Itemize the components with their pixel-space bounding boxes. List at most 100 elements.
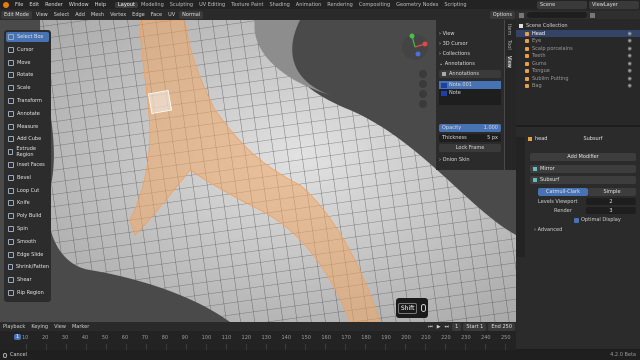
menu-window[interactable]: Window	[66, 2, 92, 8]
tab-animation[interactable]: Animation	[293, 2, 325, 8]
outliner-row[interactable]: Teeth ◉	[516, 53, 640, 60]
zoom-icon[interactable]	[419, 70, 427, 78]
scene-collection-row[interactable]: Scene Collection	[516, 22, 640, 29]
tab-compositing[interactable]: Compositing	[356, 2, 393, 8]
outliner-row[interactable]: Eye ◉	[516, 38, 640, 45]
visibility-eye-icon[interactable]: ◉	[628, 31, 632, 37]
tab-geometry-nodes[interactable]: Geometry Nodes	[393, 2, 441, 8]
tab-layout[interactable]: Layout	[115, 1, 138, 8]
section-3d-cursor[interactable]: › 3D Cursor	[439, 40, 501, 48]
menu-mesh[interactable]: Mesh	[88, 12, 107, 18]
menu-timeline-view[interactable]: View	[51, 324, 69, 330]
visibility-eye-icon[interactable]: ◉	[628, 38, 632, 44]
outliner-row[interactable]: Head ◉	[516, 30, 640, 37]
options-button[interactable]: Options	[489, 10, 515, 19]
playhead[interactable]: 1	[14, 334, 22, 340]
menu-select[interactable]: Select	[51, 12, 72, 18]
end-frame-field[interactable]: End 250	[488, 322, 515, 331]
tool-measure[interactable]: Measure	[6, 122, 49, 132]
menu-keying[interactable]: Keying	[28, 324, 51, 330]
frame-ruler[interactable]: 10 20 30 40 50 60 70 80 90 100 110 120 130 140 150 160 1…	[0, 331, 516, 353]
outliner-row[interactable]: Tongue ◉	[516, 68, 640, 75]
tab-view[interactable]: View	[506, 56, 512, 68]
tool-knife[interactable]: Knife	[6, 198, 49, 208]
thickness-field[interactable]: Thickness 5 px	[439, 134, 501, 142]
menu-edge[interactable]: Edge	[129, 12, 148, 18]
visibility-eye-icon[interactable]: ◉	[628, 61, 632, 67]
mode-selector[interactable]: Edit Mode	[1, 10, 32, 19]
tool-select-box[interactable]: Select Box	[6, 32, 49, 42]
tool-cursor[interactable]: Cursor	[6, 45, 49, 55]
advanced-section[interactable]: › Advanced	[534, 227, 562, 233]
menu-add[interactable]: Add	[72, 12, 88, 18]
tool-add-cube[interactable]: Add Cube	[6, 134, 49, 144]
tool-smooth[interactable]: Smooth	[6, 237, 49, 247]
tool-shrink-fatten[interactable]: Shrink/Fatten	[6, 262, 49, 272]
menu-view[interactable]: View	[33, 12, 51, 18]
tool-transform[interactable]: Transform	[6, 96, 49, 106]
render-levels-field[interactable]: 3	[586, 207, 636, 214]
outliner-search-input[interactable]	[527, 12, 587, 18]
tab-modeling[interactable]: Modeling	[138, 2, 167, 8]
tab-tool[interactable]: Tool	[506, 40, 512, 50]
add-modifier-button[interactable]: Add Modifier	[530, 153, 636, 161]
annotations-datablock[interactable]: Annotations	[439, 70, 501, 78]
outliner-row[interactable]: Bag ◉	[516, 83, 640, 90]
tool-loop-cut[interactable]: Loop Cut	[6, 186, 49, 196]
tool-rip-region[interactable]: Rip Region	[6, 288, 49, 298]
onion-skin-section[interactable]: › Onion Skin	[439, 156, 501, 164]
scene-selector[interactable]: Scene	[537, 0, 587, 9]
visibility-eye-icon[interactable]: ◉	[628, 46, 632, 52]
jump-end-icon[interactable]: ⏭	[445, 324, 450, 330]
simple-button[interactable]: Simple	[588, 188, 636, 196]
menu-playback[interactable]: Playback	[0, 324, 28, 330]
lock-frame-button[interactable]: Lock Frame	[439, 144, 501, 152]
tool-scale[interactable]: Scale	[6, 83, 49, 93]
tab-shading[interactable]: Shading	[266, 2, 292, 8]
opacity-slider[interactable]: Opacity 1.000	[439, 124, 501, 132]
menu-face[interactable]: Face	[148, 12, 165, 18]
filter-icon[interactable]	[590, 12, 595, 18]
tool-inset-faces[interactable]: Inset Faces	[6, 160, 49, 170]
levels-viewport-field[interactable]: 2	[586, 198, 636, 205]
menu-help[interactable]: Help	[92, 2, 109, 8]
section-view[interactable]: › View	[439, 30, 501, 38]
perspective-toggle-icon[interactable]	[419, 100, 427, 108]
tool-rotate[interactable]: Rotate	[6, 70, 49, 80]
section-annotations[interactable]: ⌄ Annotations	[439, 60, 501, 68]
tool-edge-slide[interactable]: Edge Slide	[6, 250, 49, 260]
optimal-display-checkbox[interactable]: Optimal Display	[574, 217, 621, 223]
visibility-eye-icon[interactable]: ◉	[628, 53, 632, 59]
tool-move[interactable]: Move	[6, 58, 49, 68]
blender-logo-icon[interactable]	[3, 1, 9, 8]
tab-item[interactable]: Item	[506, 24, 512, 35]
menu-render[interactable]: Render	[42, 2, 66, 8]
outliner-row[interactable]: Gums ◉	[516, 60, 640, 67]
outliner-row[interactable]: Scalp porcelains ◉	[516, 45, 640, 52]
modifier-subsurf[interactable]: Subsurf	[530, 176, 636, 184]
orientation-selector[interactable]: Normal	[179, 10, 204, 19]
tool-spin[interactable]: Spin	[6, 224, 49, 234]
layer-row[interactable]: Note	[439, 89, 501, 97]
menu-uv[interactable]: UV	[165, 12, 178, 18]
menu-edit[interactable]: Edit	[26, 2, 42, 8]
tab-rendering[interactable]: Rendering	[324, 2, 356, 8]
tab-uv-editing[interactable]: UV Editing	[196, 2, 228, 8]
start-frame-field[interactable]: Start 1	[463, 322, 487, 331]
current-frame-field[interactable]: 1	[452, 322, 462, 331]
menu-file[interactable]: File	[12, 2, 26, 8]
navigation-gizmo[interactable]	[400, 32, 430, 62]
tab-scripting[interactable]: Scripting	[441, 2, 469, 8]
tab-texture-paint[interactable]: Texture Paint	[228, 2, 266, 8]
layer-row[interactable]: Note.001	[439, 81, 501, 89]
menu-marker[interactable]: Marker	[69, 324, 92, 330]
visibility-eye-icon[interactable]: ◉	[628, 68, 632, 74]
display-mode-icon[interactable]	[519, 12, 524, 18]
visibility-eye-icon[interactable]: ◉	[628, 76, 632, 82]
visibility-eye-icon[interactable]: ◉	[628, 83, 632, 89]
pan-icon[interactable]	[419, 80, 427, 88]
menu-vertex[interactable]: Vertex	[107, 12, 129, 18]
tab-sculpting[interactable]: Sculpting	[167, 2, 196, 8]
catmull-clark-button[interactable]: Catmull-Clark	[538, 188, 588, 196]
jump-start-icon[interactable]: ⏮	[428, 324, 433, 330]
